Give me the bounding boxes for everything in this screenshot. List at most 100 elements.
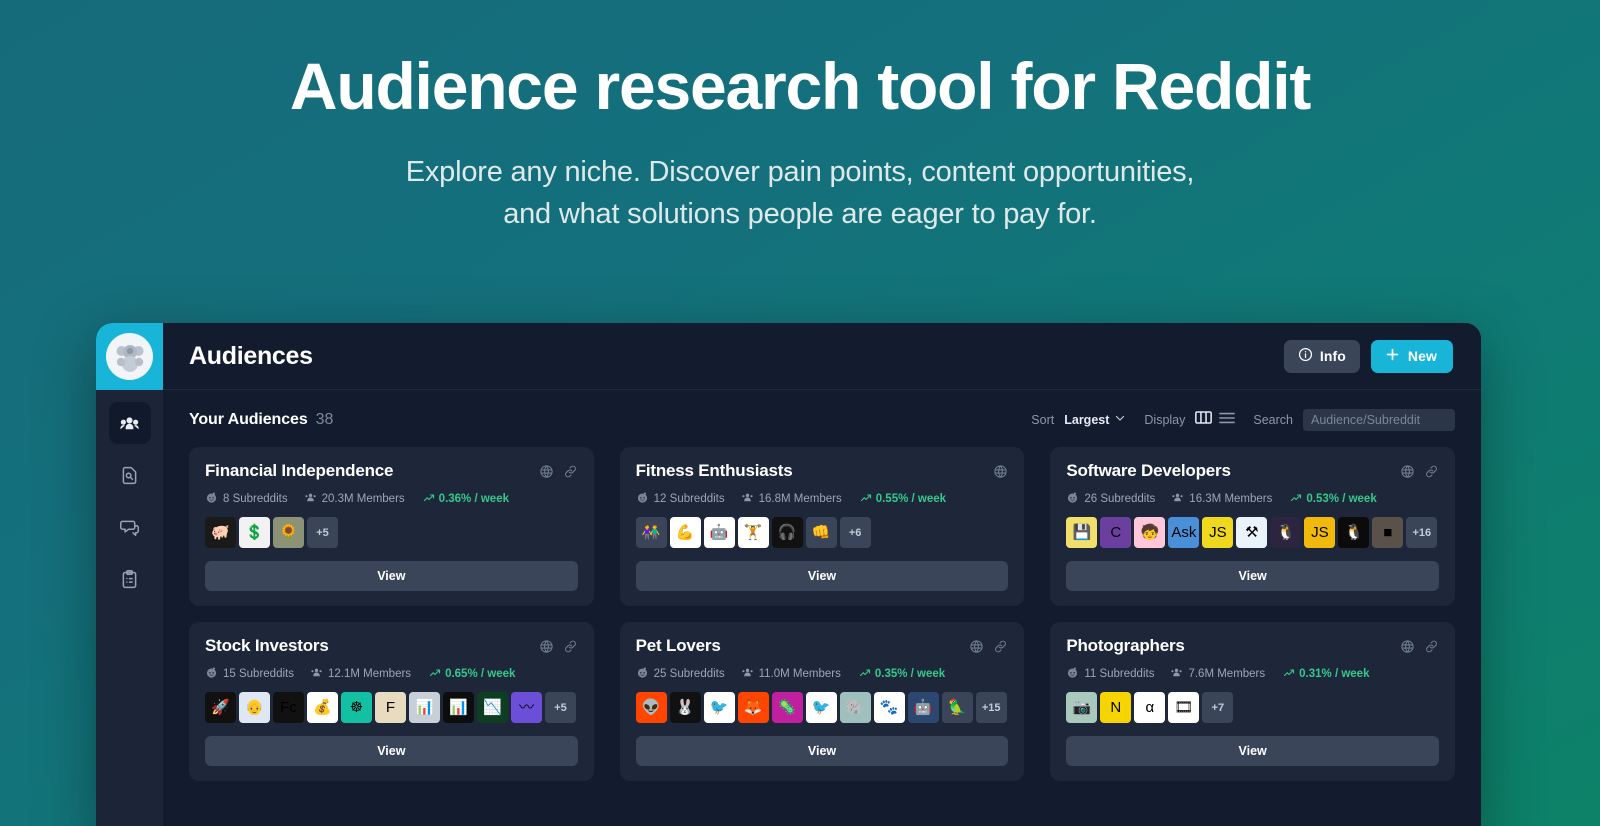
- subreddit-thumbnail[interactable]: 🦜: [941, 692, 973, 723]
- more-subreddits-badge[interactable]: +16: [1406, 517, 1438, 548]
- subreddit-thumbnail[interactable]: 📷: [1066, 692, 1098, 723]
- subreddit-thumbnail[interactable]: 🐾: [873, 692, 905, 723]
- subreddit-thumbnail[interactable]: ☸: [341, 692, 372, 723]
- subreddit-thumbnail[interactable]: 📊: [443, 692, 474, 723]
- subreddit-thumbnail[interactable]: 🐦: [805, 692, 837, 723]
- new-audience-button[interactable]: New: [1370, 339, 1453, 373]
- audience-card[interactable]: Financial Independence 8 Subreddits 20.3…: [189, 447, 594, 606]
- audience-card[interactable]: Software Developers 26 Subreddits 16.3M …: [1050, 447, 1455, 606]
- link-icon[interactable]: [563, 464, 578, 484]
- view-audience-button[interactable]: View: [1066, 561, 1439, 591]
- card-header: Software Developers: [1066, 461, 1439, 484]
- view-audience-button[interactable]: View: [205, 561, 578, 591]
- subreddit-thumbnail[interactable]: 🐧: [1338, 517, 1370, 548]
- growth-rate: 0.65% / week: [429, 667, 515, 682]
- subreddit-thumbnail[interactable]: 🐰: [669, 692, 701, 723]
- subreddit-thumbnail[interactable]: 〰: [511, 692, 542, 723]
- subreddit-count: 11 Subreddits: [1066, 666, 1154, 682]
- list-header: Your Audiences 38 Sort Largest Display S…: [189, 406, 1455, 434]
- subreddit-thumbnail[interactable]: JS: [1202, 517, 1234, 548]
- subreddit-thumbnail[interactable]: α: [1134, 692, 1166, 723]
- subreddit-thumbnails: 💾 C 🧒 Ask JS ⚒ 🐧 JS 🐧 ■ +16: [1066, 517, 1439, 548]
- subreddit-thumbnail[interactable]: 🐖: [205, 517, 236, 548]
- view-audience-button[interactable]: View: [635, 561, 1009, 591]
- subreddit-thumbnail[interactable]: 👫: [635, 517, 667, 548]
- sidebar-item-audiences[interactable]: [108, 402, 151, 444]
- link-icon[interactable]: [993, 639, 1008, 659]
- audience-card[interactable]: Stock Investors 15 Subreddits 12.1M Memb…: [189, 622, 594, 781]
- subreddit-thumbnail[interactable]: N: [1100, 692, 1132, 723]
- audience-card[interactable]: Photographers 11 Subreddits 7.6M Members…: [1050, 622, 1455, 781]
- audience-stats: 11 Subreddits 7.6M Members 0.31% / week: [1066, 666, 1439, 682]
- subreddit-thumbnail[interactable]: 🤖: [703, 517, 735, 548]
- search-input[interactable]: Audience/Subreddit: [1303, 409, 1455, 431]
- subreddit-thumbnail[interactable]: ■: [1372, 517, 1404, 548]
- more-subreddits-badge[interactable]: +5: [545, 692, 576, 723]
- subreddit-thumbnail[interactable]: 🐘: [839, 692, 871, 723]
- sort-dropdown[interactable]: Largest: [1064, 411, 1126, 429]
- info-button[interactable]: Info: [1283, 339, 1360, 373]
- audience-stats: 12 Subreddits 16.8M Members 0.55% / week: [636, 491, 1009, 507]
- reddit-icon: [636, 491, 649, 507]
- sidebar-item-reports[interactable]: [109, 454, 151, 496]
- subreddit-thumbnail[interactable]: Ask: [1168, 517, 1200, 548]
- subreddit-thumbnail[interactable]: 🚀: [205, 692, 236, 723]
- view-audience-button[interactable]: View: [205, 736, 578, 766]
- members-icon: [741, 666, 754, 682]
- sidebar-item-clipboard[interactable]: [109, 558, 151, 600]
- subreddit-thumbnail[interactable]: 🦊: [737, 692, 769, 723]
- globe-icon[interactable]: [1400, 464, 1415, 484]
- subreddit-thumbnail[interactable]: 💾: [1066, 517, 1098, 548]
- grid-view-icon[interactable]: [1195, 410, 1213, 430]
- more-subreddits-badge[interactable]: +15: [975, 692, 1007, 723]
- view-audience-button[interactable]: View: [635, 736, 1009, 766]
- app-window: Audiences Info New Your Audiences 38 Sor…: [96, 323, 1481, 826]
- subreddit-thumbnail[interactable]: 👽: [635, 692, 667, 723]
- subreddit-thumbnail[interactable]: 💪: [669, 517, 701, 548]
- subreddit-thumbnail[interactable]: JS: [1304, 517, 1336, 548]
- member-count: 16.8M Members: [741, 491, 842, 507]
- link-icon[interactable]: [563, 639, 578, 659]
- subreddit-thumbnail[interactable]: F: [375, 692, 406, 723]
- chevron-down-icon: [1114, 411, 1126, 429]
- reddit-icon: [1066, 491, 1079, 507]
- view-audience-button[interactable]: View: [1066, 736, 1439, 766]
- globe-icon[interactable]: [969, 639, 984, 659]
- globe-icon[interactable]: [539, 639, 554, 659]
- more-subreddits-badge[interactable]: +5: [307, 517, 338, 548]
- members-icon: [1171, 491, 1184, 507]
- subreddit-thumbnail[interactable]: 🏋: [737, 517, 769, 548]
- subreddit-thumbnail[interactable]: ⚒: [1236, 517, 1268, 548]
- subreddit-thumbnail[interactable]: Fc: [273, 692, 304, 723]
- subreddit-thumbnail[interactable]: 🐦: [703, 692, 735, 723]
- subreddit-thumbnail[interactable]: C: [1100, 517, 1132, 548]
- link-icon[interactable]: [1424, 639, 1439, 659]
- subreddit-thumbnail[interactable]: 🎧: [771, 517, 803, 548]
- audience-card[interactable]: Fitness Enthusiasts 12 Subreddits 16.8M …: [619, 447, 1025, 606]
- subreddit-thumbnail[interactable]: 👴: [239, 692, 270, 723]
- subreddit-thumbnail[interactable]: 💲: [239, 517, 270, 548]
- sidebar-item-conversations[interactable]: [109, 506, 151, 548]
- subreddit-thumbnail[interactable]: 📉: [477, 692, 508, 723]
- trend-up-icon: [1290, 492, 1302, 507]
- members-icon: [1170, 666, 1183, 682]
- subreddit-thumbnail[interactable]: 💰: [307, 692, 338, 723]
- list-view-icon[interactable]: [1219, 411, 1236, 430]
- link-icon[interactable]: [1424, 464, 1439, 484]
- subreddit-thumbnail[interactable]: 🌻: [273, 517, 304, 548]
- card-action-icons: [969, 637, 1008, 659]
- subreddit-thumbnail[interactable]: 👊: [805, 517, 837, 548]
- subreddit-thumbnail[interactable]: 🐧: [1270, 517, 1302, 548]
- more-subreddits-badge[interactable]: +6: [839, 517, 871, 548]
- subreddit-thumbnail[interactable]: 🦠: [771, 692, 803, 723]
- globe-icon[interactable]: [993, 464, 1008, 484]
- audience-card[interactable]: Pet Lovers 25 Subreddits 11.0M Members 0…: [619, 622, 1025, 781]
- globe-icon[interactable]: [1400, 639, 1415, 659]
- app-logo[interactable]: [96, 323, 163, 390]
- subreddit-thumbnail[interactable]: 🎞: [1168, 692, 1200, 723]
- subreddit-thumbnail[interactable]: 📊: [409, 692, 440, 723]
- subreddit-thumbnail[interactable]: 🤖: [907, 692, 939, 723]
- globe-icon[interactable]: [539, 464, 554, 484]
- more-subreddits-badge[interactable]: +7: [1202, 692, 1234, 723]
- subreddit-thumbnail[interactable]: 🧒: [1134, 517, 1166, 548]
